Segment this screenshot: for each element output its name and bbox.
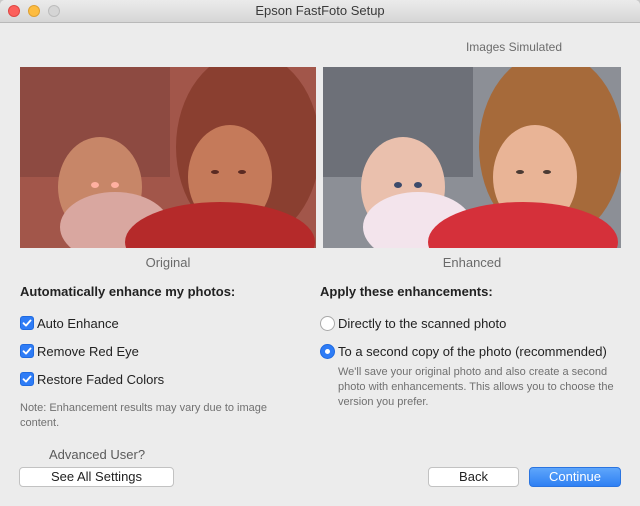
see-all-settings-button[interactable]: See All Settings: [19, 467, 174, 487]
restore-faded-colors-label: Restore Faded Colors: [37, 371, 165, 387]
direct-to-scan-radio[interactable]: [320, 315, 335, 331]
second-copy-radio[interactable]: [320, 343, 335, 359]
checkmark-icon: [22, 347, 32, 355]
apply-heading: Apply these enhancements:: [320, 284, 493, 299]
checkmark-icon: [22, 319, 32, 327]
second-copy-label: To a second copy of the photo (recommend…: [338, 343, 607, 359]
enhance-heading: Automatically enhance my photos:: [20, 284, 236, 299]
direct-to-scan-option[interactable]: Directly to the scanned photo: [320, 315, 506, 331]
window-title: Epson FastFoto Setup: [255, 3, 385, 18]
back-button[interactable]: Back: [428, 467, 519, 487]
enhanced-photo-image: [323, 67, 621, 248]
remove-red-eye-label: Remove Red Eye: [37, 343, 139, 359]
enhanced-photo: [323, 67, 621, 248]
enhanced-caption: Enhanced: [442, 255, 502, 270]
radio-selected-dot: [325, 348, 330, 354]
second-copy-description: We'll save your original photo and also …: [338, 366, 614, 408]
advanced-user-label: Advanced User?: [48, 447, 146, 462]
continue-button[interactable]: Continue: [529, 467, 621, 487]
remove-red-eye-option[interactable]: Remove Red Eye: [20, 343, 139, 359]
direct-to-scan-label: Directly to the scanned photo: [338, 315, 507, 331]
enhancement-note: Note: Enhancement results may vary due t…: [20, 402, 268, 429]
setup-window: Epson FastFoto Setup Images Simulated Or…: [0, 0, 640, 506]
second-copy-option[interactable]: To a second copy of the photo (recommend…: [320, 343, 607, 359]
original-photo-image: [20, 67, 316, 248]
auto-enhance-label: Auto Enhance: [37, 315, 119, 331]
auto-enhance-option[interactable]: Auto Enhance: [20, 315, 119, 331]
restore-faded-colors-option[interactable]: Restore Faded Colors: [20, 371, 164, 387]
remove-red-eye-checkbox[interactable]: [20, 344, 34, 358]
title-bar: Epson FastFoto Setup: [0, 0, 640, 23]
auto-enhance-checkbox[interactable]: [20, 316, 34, 330]
original-caption: Original: [145, 255, 191, 270]
restore-faded-colors-checkbox[interactable]: [20, 372, 34, 386]
checkmark-icon: [22, 375, 32, 383]
images-simulated-label: Images Simulated: [465, 40, 562, 54]
original-photo: [20, 67, 316, 248]
